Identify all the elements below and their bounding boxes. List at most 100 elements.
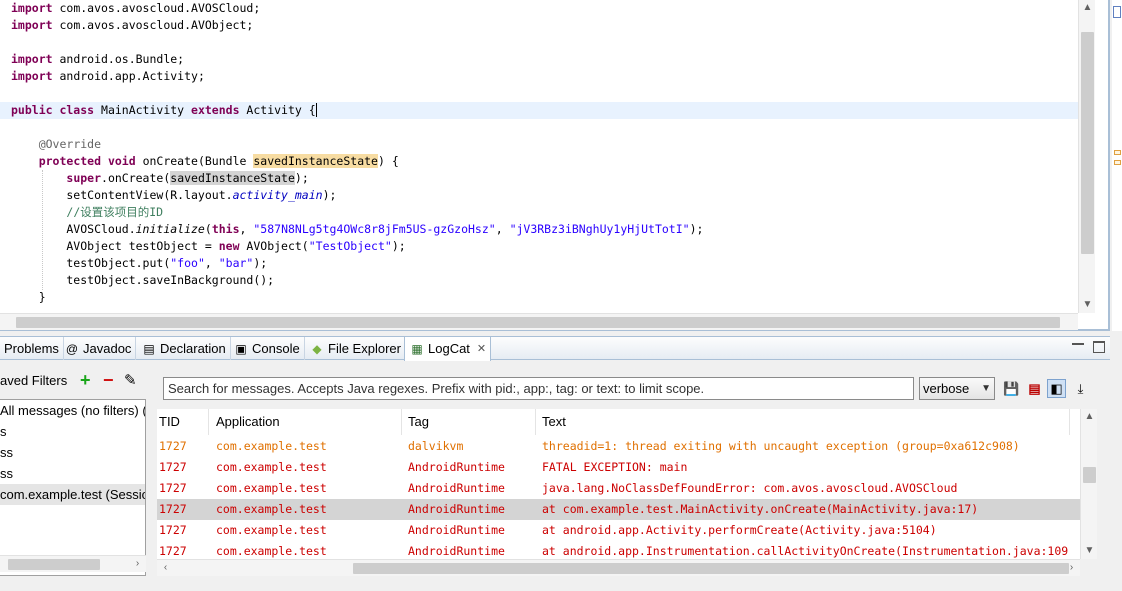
annotation-marker-icon[interactable] [1114, 150, 1121, 155]
scroll-right-icon[interactable]: › [1063, 560, 1080, 576]
log-text: threadid=1: thread exiting with uncaught… [542, 439, 1020, 453]
editor-horizontal-scroll-thumb[interactable] [16, 317, 1060, 328]
editor-vertical-scrollbar[interactable]: ▲ ▼ [1078, 0, 1095, 313]
code-line[interactable]: protected void onCreate(Bundle savedInst… [0, 153, 1078, 170]
code-line[interactable]: import com.avos.avoscloud.AVOSCloud; [0, 0, 1078, 17]
filter-item[interactable]: All messages (no filters) ( [0, 400, 145, 421]
search-input[interactable]: Search for messages. Accepts Java regexe… [163, 377, 914, 400]
code-line[interactable]: public class MainActivity extends Activi… [0, 102, 1078, 119]
saved-filters-panel: aved Filters + − ✎ All messages (no filt… [0, 361, 148, 579]
log-row[interactable]: 1727 com.example.test dalvikvm threadid=1: … [157, 436, 1080, 457]
filter-item[interactable]: com.example.test (Sessio [0, 484, 145, 505]
code-line[interactable]: import android.app.Activity; [0, 68, 1078, 85]
log-table-header: TID Application Tag Text [157, 409, 1080, 435]
code-line[interactable]: } [0, 289, 1078, 306]
tab-console[interactable]: ▣ Console [229, 337, 305, 360]
console-icon: ▣ [235, 341, 247, 356]
log-tag: AndroidRuntime [408, 481, 505, 495]
remove-filter-icon[interactable]: − [103, 370, 114, 391]
filter-item[interactable]: ss [0, 442, 145, 463]
log-row[interactable]: 1727 com.example.test AndroidRuntime at and… [157, 520, 1080, 541]
code-line[interactable]: @Override [0, 136, 1078, 153]
scroll-up-icon[interactable]: ▲ [1081, 409, 1098, 425]
filter-item[interactable]: ss [0, 463, 145, 484]
tab-label: Javadoc [83, 340, 132, 356]
log-row[interactable]: 1727 com.example.test AndroidRuntime FATAL … [157, 457, 1080, 478]
code-line[interactable]: //设置该项目的ID [0, 204, 1078, 221]
code-line[interactable]: import com.avos.avoscloud.AVObject; [0, 17, 1078, 34]
tab-problems[interactable]: Problems [0, 337, 64, 360]
log-tid: 1727 [159, 460, 187, 474]
filters-scroll-thumb[interactable] [8, 559, 100, 570]
javadoc-icon: @ [65, 341, 79, 356]
column-header-tid[interactable]: TID [157, 409, 209, 435]
log-application: com.example.test [216, 439, 327, 453]
add-filter-icon[interactable]: + [80, 370, 91, 391]
column-header-application[interactable]: Application [214, 409, 402, 435]
log-tag: AndroidRuntime [408, 523, 505, 537]
log-text: at com.example.test.MainActivity.onCreat… [542, 502, 979, 516]
log-vertical-scrollbar[interactable]: ▲ ▼ [1080, 409, 1097, 559]
tab-javadoc[interactable]: @ Javadoc [60, 337, 137, 360]
clear-log-icon[interactable]: ▤ [1025, 379, 1044, 398]
code-line[interactable] [0, 85, 1078, 102]
log-row[interactable]: 1727 com.example.test AndroidRuntime at and… [157, 541, 1080, 559]
code-line[interactable]: AVOSCloud.initialize(this, "587N8NLg5tg4… [0, 221, 1078, 238]
scroll-up-icon[interactable]: ▲ [1079, 0, 1096, 16]
scroll-down-icon[interactable]: ▼ [1079, 297, 1096, 313]
log-row[interactable]: 1727 com.example.test AndroidRuntime java.l… [157, 478, 1080, 499]
toggle-filters-icon[interactable]: ◧ [1047, 379, 1066, 398]
filters-horizontal-scrollbar[interactable]: › [0, 555, 146, 572]
overview-ruler-toggle-icon[interactable] [1113, 6, 1121, 18]
column-header-tag[interactable]: Tag [406, 409, 536, 435]
close-icon[interactable]: ✕ [477, 338, 486, 360]
code-line[interactable]: testObject.saveInBackground(); [0, 272, 1078, 289]
minimize-icon[interactable] [1072, 343, 1084, 345]
tab-file-explorer[interactable]: ◆ File Explorer [305, 337, 406, 360]
code-line[interactable]: super.onCreate(savedInstanceState); [0, 170, 1078, 187]
tab-declaration[interactable]: ▤ Declaration [137, 337, 231, 360]
log-row[interactable]: 1727 com.example.test AndroidRuntime at com… [157, 499, 1080, 520]
code-line[interactable] [0, 34, 1078, 51]
code-line[interactable]: import android.os.Bundle; [0, 51, 1078, 68]
scroll-left-icon[interactable]: ‹ [157, 560, 174, 576]
chevron-down-icon: ▼ [981, 383, 991, 394]
code-line[interactable] [0, 119, 1078, 136]
log-horizontal-scroll-thumb[interactable] [353, 563, 1069, 574]
log-application: com.example.test [216, 544, 327, 558]
edit-filter-icon[interactable]: ✎ [124, 371, 137, 389]
scroll-down-icon[interactable]: ▼ [1081, 543, 1098, 559]
log-tag: AndroidRuntime [408, 544, 505, 558]
code-editor[interactable]: import com.avos.avoscloud.AVOSCloud; impo… [0, 0, 1110, 331]
editor-vertical-scroll-thumb[interactable] [1081, 32, 1094, 254]
log-tid: 1727 [159, 439, 187, 453]
code-line[interactable]: setContentView(R.layout.activity_main); [0, 187, 1078, 204]
log-tag: dalvikvm [408, 439, 464, 453]
saved-filters-header: aved Filters + − ✎ [0, 370, 148, 393]
filter-item[interactable]: s [0, 421, 145, 442]
log-level-value: verbose [923, 381, 970, 396]
scroll-lock-icon[interactable]: ⤓ [1071, 379, 1090, 398]
log-table[interactable]: TID Application Tag Text 1727 com.example.tes… [157, 409, 1080, 559]
overview-ruler[interactable] [1112, 0, 1122, 331]
save-icon[interactable]: 💾 [1002, 379, 1021, 398]
log-vertical-scroll-thumb[interactable] [1083, 467, 1096, 483]
maximize-icon[interactable] [1093, 341, 1105, 353]
log-horizontal-scrollbar[interactable]: ‹ › [157, 559, 1080, 576]
log-tid: 1727 [159, 523, 187, 537]
indent-guide [42, 170, 43, 290]
annotation-marker-icon[interactable] [1114, 160, 1121, 165]
log-level-select[interactable]: verbose ▼ [919, 377, 995, 400]
tab-label: File Explorer [328, 340, 401, 356]
tab-label: LogCat [428, 341, 470, 356]
scroll-right-icon[interactable]: › [129, 556, 146, 572]
column-header-text[interactable]: Text [540, 409, 1070, 435]
tab-logcat[interactable]: ▦ LogCat ✕ [404, 337, 492, 361]
code-line[interactable]: testObject.put("foo", "bar"); [0, 255, 1078, 272]
tab-label: Problems [4, 340, 59, 356]
android-icon: ◆ [312, 341, 322, 356]
code-line[interactable]: AVObject testObject = new AVObject("Test… [0, 238, 1078, 255]
editor-horizontal-scrollbar[interactable] [0, 313, 1078, 330]
filters-list[interactable]: All messages (no filters) (s ss ss com.exam… [0, 399, 146, 576]
code-area[interactable]: import com.avos.avoscloud.AVOSCloud; impo… [0, 0, 1078, 313]
